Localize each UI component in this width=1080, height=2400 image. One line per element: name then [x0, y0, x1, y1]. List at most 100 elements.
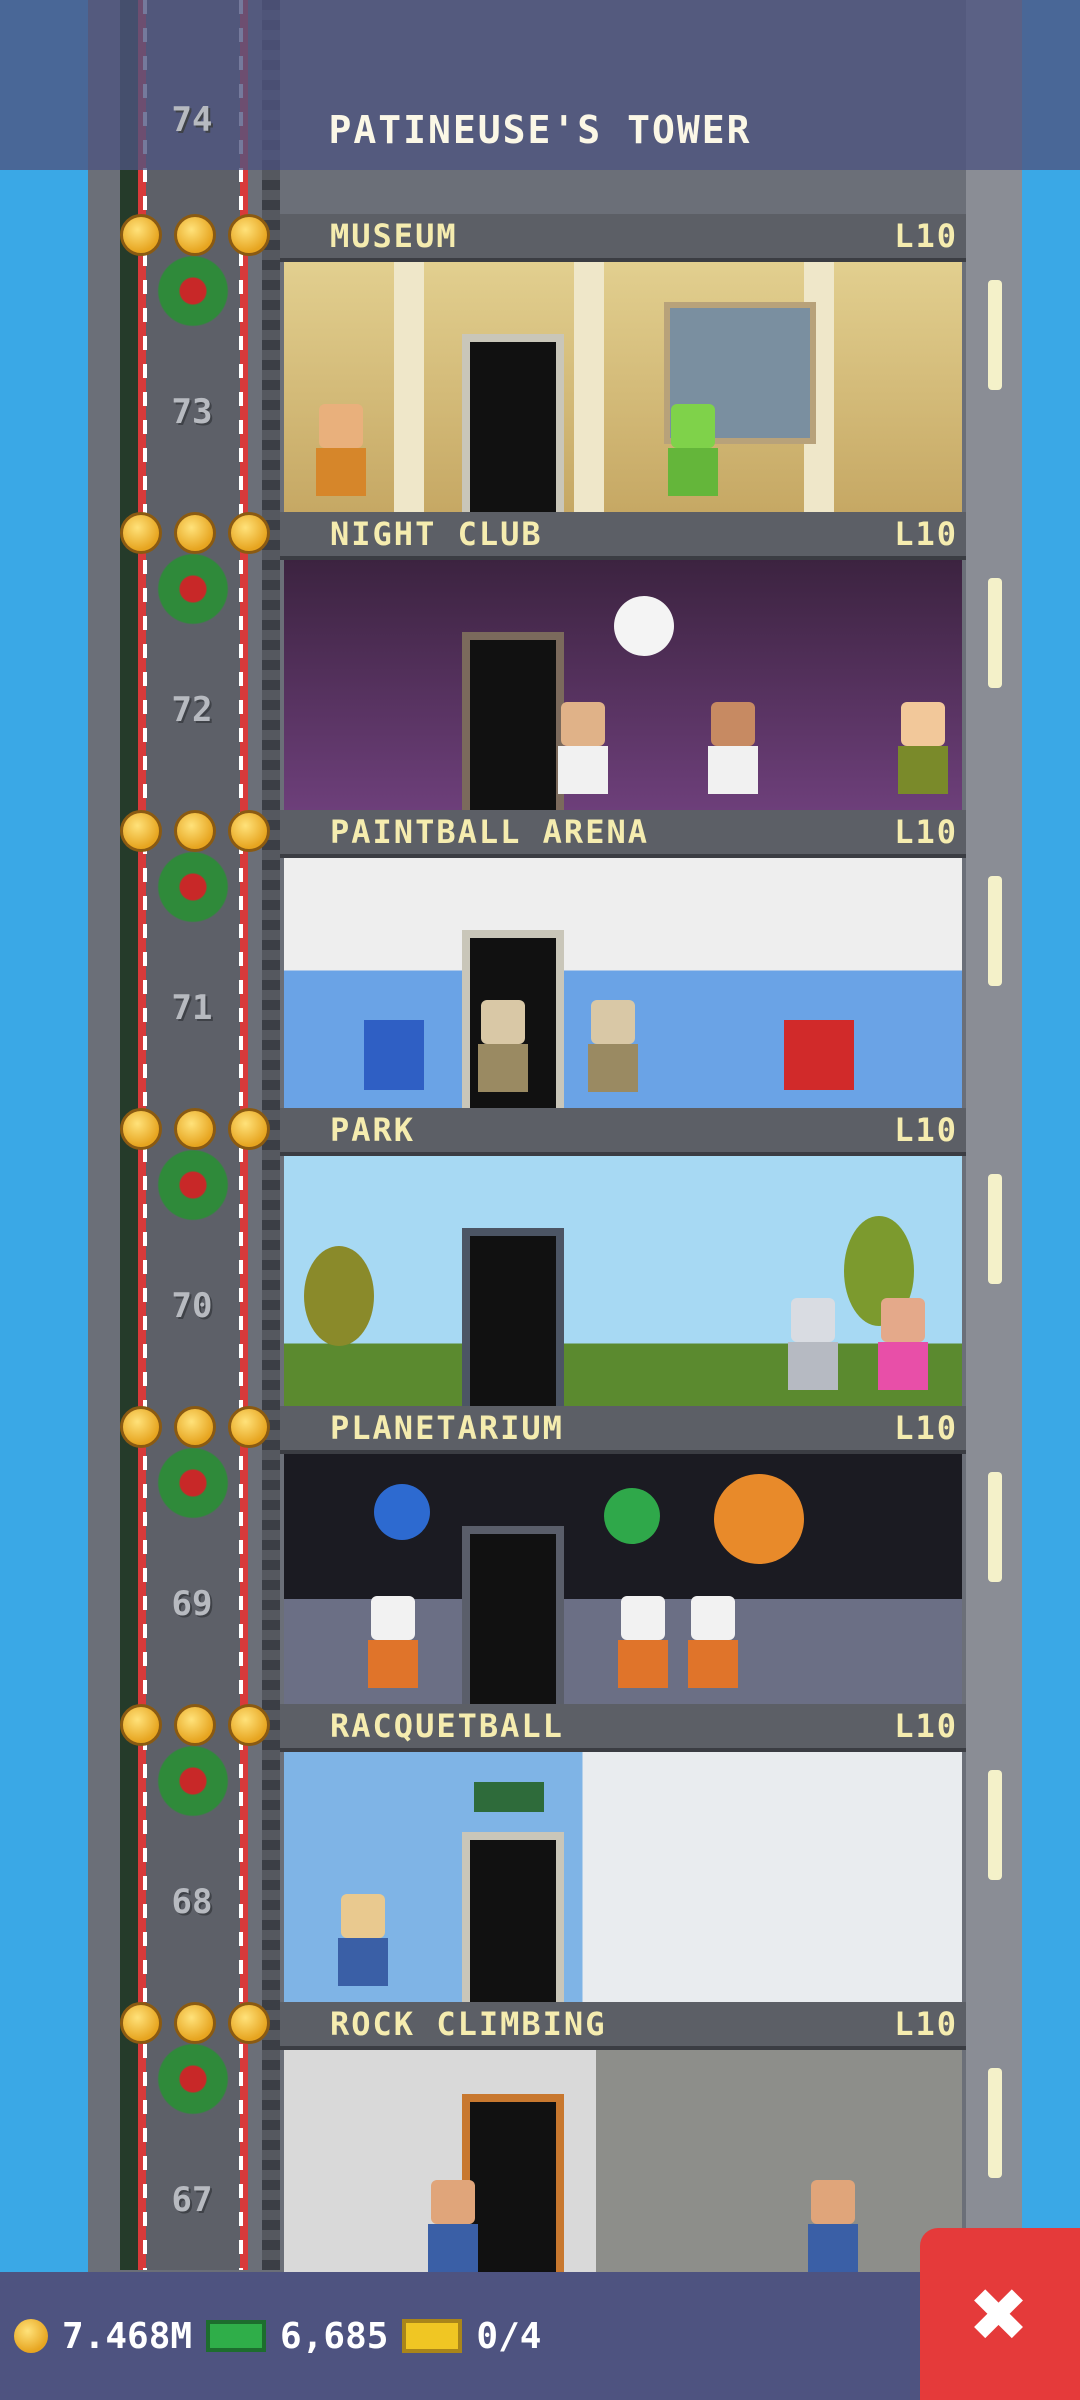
floor-label-bar: PARK L10 [280, 1108, 966, 1156]
coin-balance: 7.468M [62, 2315, 193, 2357]
racquetball-room[interactable] [284, 1752, 962, 2002]
floor-number: 74 [171, 100, 213, 140]
astronaut[interactable] [684, 1596, 742, 1688]
planetarium-room[interactable] [284, 1454, 962, 1704]
dinosaur-mascot[interactable] [664, 404, 722, 496]
astronaut[interactable] [614, 1596, 672, 1688]
star-icon [120, 810, 162, 852]
visitor[interactable] [474, 1000, 532, 1092]
room-door[interactable] [462, 1228, 564, 1406]
star-icon [228, 2002, 270, 2044]
visitor[interactable] [704, 702, 762, 794]
star-icon [228, 1406, 270, 1448]
window-light [988, 578, 1002, 688]
visitor[interactable] [554, 702, 612, 794]
floor-name: PLANETARIUM [330, 1409, 564, 1447]
room-door[interactable] [462, 334, 564, 512]
floor-number: 72 [171, 690, 213, 730]
floor-number: 67 [171, 2180, 213, 2220]
floor-park[interactable]: PARK L10 [280, 1108, 966, 1406]
coin-icon [14, 2319, 48, 2353]
floor-name: ROCK CLIMBING [330, 2005, 607, 2043]
floor-racquetball[interactable]: RACQUETBALL L10 [280, 1704, 966, 2002]
star-icon [174, 1406, 216, 1448]
floor-label-bar: MUSEUM L10 [280, 214, 966, 262]
floor-label-bar: PAINTBALL ARENA L10 [280, 810, 966, 858]
window-light [988, 280, 1002, 390]
window-light [988, 1174, 1002, 1284]
floor-paintball-arena[interactable]: PAINTBALL ARENA L10 [280, 810, 966, 1108]
museum-room[interactable] [284, 262, 962, 512]
star-icon [120, 1704, 162, 1746]
tower-title: PATINEUSE'S TOWER [328, 108, 752, 152]
floor-level: L10 [894, 515, 958, 553]
floor-number: 69 [171, 1584, 213, 1624]
paintball-room[interactable] [284, 858, 962, 1108]
star-icon [120, 214, 162, 256]
ticket-count: 0/4 [476, 2315, 542, 2357]
star-icon [228, 1704, 270, 1746]
paintball-barrier [784, 1020, 854, 1090]
tree-icon [304, 1246, 374, 1346]
floor-number: 71 [171, 988, 213, 1028]
currency-bar: 7.468M 6,685 0/4 [0, 2272, 1080, 2400]
visitor[interactable] [894, 702, 952, 794]
room-door[interactable] [462, 1526, 564, 1704]
visitor[interactable] [584, 1000, 642, 1092]
astronaut[interactable] [364, 1596, 422, 1688]
floor-rock-climbing[interactable]: ROCK CLIMBING L10 [280, 2002, 966, 2272]
close-button[interactable]: ✖ [920, 2228, 1080, 2400]
floor-label-bar: ROCK CLIMBING L10 [280, 2002, 966, 2050]
window-light [988, 1770, 1002, 1880]
floor-planetarium[interactable]: PLANETARIUM L10 [280, 1406, 966, 1704]
floor-name: RACQUETBALL [330, 1707, 564, 1745]
park-room[interactable] [284, 1156, 962, 1406]
column [574, 262, 604, 512]
floor-stars [120, 810, 270, 852]
planet-icon [714, 1474, 804, 1564]
visitor[interactable] [312, 404, 370, 496]
floor-name: MUSEUM [330, 217, 458, 255]
floor-level: L10 [894, 1409, 958, 1447]
rock-climbing-room[interactable] [284, 2050, 962, 2272]
floor-label-bar: RACQUETBALL L10 [280, 1704, 966, 1752]
visitor[interactable] [424, 2180, 482, 2272]
bux-balance: 6,685 [280, 2315, 389, 2357]
star-icon [174, 512, 216, 554]
star-icon [174, 1108, 216, 1150]
floor-stars [120, 1406, 270, 1448]
planet-icon [374, 1484, 430, 1540]
floor-night-club[interactable]: NIGHT CLUB L10 [280, 512, 966, 810]
star-icon [228, 810, 270, 852]
window-light [988, 2068, 1002, 2178]
visitor[interactable] [334, 1894, 392, 1986]
floor-name: NIGHT CLUB [330, 515, 543, 553]
room-door[interactable] [462, 1832, 564, 2002]
floor-level: L10 [894, 2005, 958, 2043]
visitor[interactable] [874, 1298, 932, 1390]
night-club-room[interactable] [284, 560, 962, 810]
tower-header: PATINEUSE'S TOWER [0, 0, 1080, 170]
star-icon [174, 2002, 216, 2044]
paintball-barrier [364, 1020, 424, 1090]
star-icon [228, 1108, 270, 1150]
floor-level: L10 [894, 813, 958, 851]
floor-stars [120, 512, 270, 554]
ticket-icon [402, 2319, 463, 2353]
room-door[interactable] [462, 632, 564, 810]
exit-sign-icon [474, 1782, 544, 1812]
close-icon: ✖ [971, 2258, 1029, 2370]
floor-stars [120, 1108, 270, 1150]
star-icon [120, 1406, 162, 1448]
floor-name: PARK [330, 1111, 416, 1149]
floor-stars [120, 1704, 270, 1746]
visitor[interactable] [784, 1298, 842, 1390]
floor-level: L10 [894, 1707, 958, 1745]
climber[interactable] [804, 2180, 862, 2272]
star-icon [174, 214, 216, 256]
floor-museum[interactable]: MUSEUM L10 [280, 214, 966, 512]
floor-number: 68 [171, 1882, 213, 1922]
window-light [988, 1472, 1002, 1582]
floor-number: 73 [171, 392, 213, 432]
column [394, 262, 424, 512]
